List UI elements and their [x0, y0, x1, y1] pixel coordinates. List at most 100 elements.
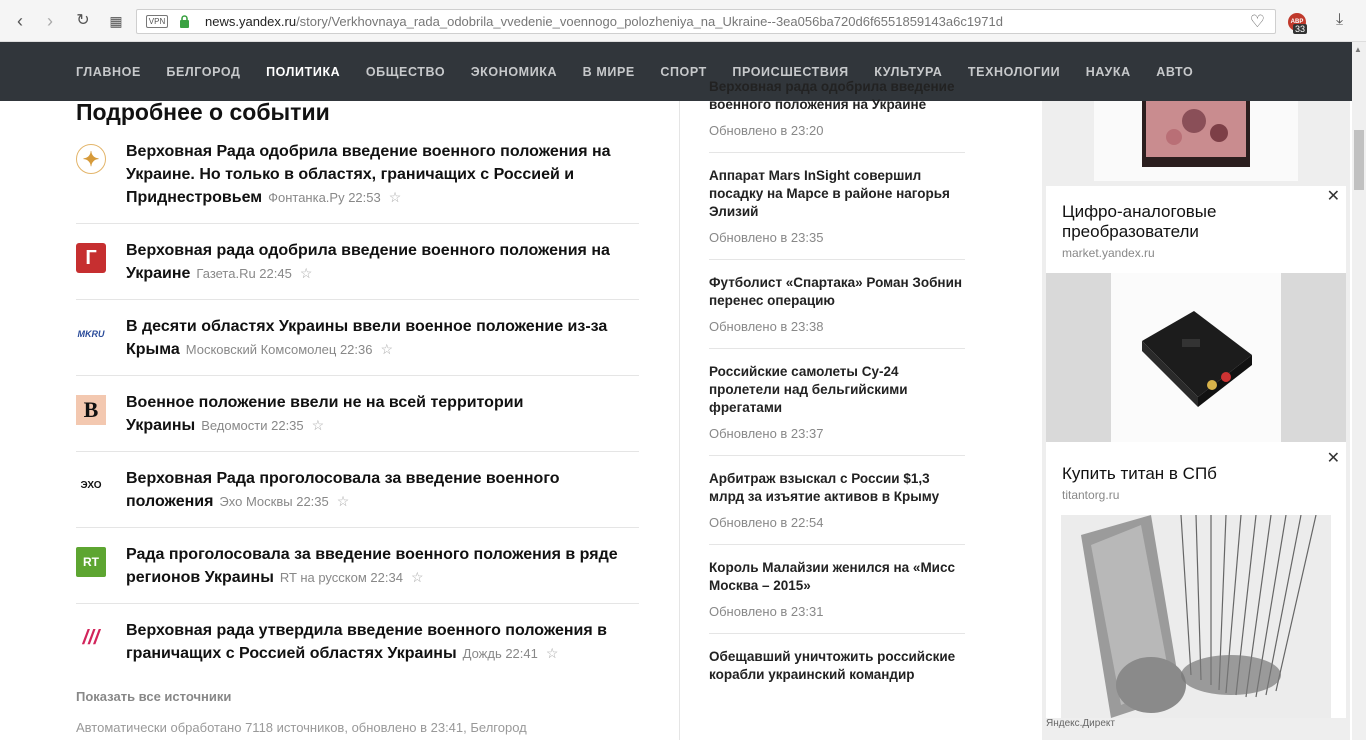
show-all-sources-link[interactable]: Показать все источники [76, 689, 639, 704]
news-item[interactable]: ✦ Верховная Рада одобрила введение военно… [76, 125, 639, 224]
news-title[interactable]: Верховная Рада одобрила введение военног… [126, 140, 639, 209]
nav-item[interactable]: АВТО [1156, 65, 1193, 79]
download-icon[interactable]: ⤓ [1336, 11, 1343, 29]
reload-icon[interactable]: ↻ [73, 11, 93, 31]
star-icon[interactable]: ☆ [389, 189, 402, 205]
news-source[interactable]: Ведомости 22:35 [201, 418, 303, 433]
related-news-item[interactable]: Обещавший уничтожить российские корабли … [709, 648, 965, 698]
close-icon[interactable]: ✕ [1327, 448, 1340, 468]
auto-processed-text: Автоматически обработано 7118 источников… [76, 720, 527, 735]
section-title: Подробнее о событии [76, 99, 330, 125]
nav-item[interactable]: ПРОИСШЕСТВИЯ [732, 65, 848, 79]
related-news-title[interactable]: Арбитраж взыскал с России $1,3 млрд за и… [709, 470, 965, 506]
address-bar[interactable]: VPN news.yandex.ru/story/Verkhovnaya_rad… [136, 9, 1276, 34]
news-title[interactable]: Верховная рада одобрила введение военног… [126, 239, 639, 285]
news-item[interactable]: Г Верховная рада одобрила введение военно… [76, 224, 639, 300]
scroll-thumb[interactable] [1354, 130, 1364, 190]
ad-title[interactable]: Купить титан в СПб [1046, 448, 1346, 484]
nav-item[interactable]: ЭКОНОМИКА [471, 65, 557, 79]
news-title-text[interactable]: Военное положение ввели не на всей терри… [126, 394, 523, 434]
url-text[interactable]: news.yandex.ru/story/Verkhovnaya_rada_od… [205, 14, 1003, 29]
news-title[interactable]: Верховная Рада проголосовала за введение… [126, 467, 639, 513]
news-item[interactable]: RT Рада проголосовала за введение военног… [76, 528, 639, 604]
ad-image-converter[interactable] [1046, 273, 1346, 442]
star-icon[interactable]: ☆ [546, 645, 559, 661]
related-news-title[interactable]: Футболист «Спартака» Роман Зобнин перене… [709, 274, 965, 310]
related-news-item[interactable]: Аппарат Mars InSight совершил посадку на… [709, 167, 965, 260]
news-source[interactable]: Фонтанка.Ру 22:53 [268, 190, 381, 205]
related-news-item[interactable]: Российские самолеты Су-24 пролетели над … [709, 363, 965, 456]
converter-image [1046, 273, 1346, 442]
nav-item[interactable]: НАУКА [1086, 65, 1131, 79]
source-logo[interactable]: ЭХО [76, 471, 106, 501]
source-logo[interactable]: RT [76, 547, 106, 577]
star-icon[interactable]: ☆ [337, 493, 350, 509]
news-item[interactable]: MKRU В десяти областях Украины ввели воен… [76, 300, 639, 376]
news-title[interactable]: Рада проголосовала за введение военного … [126, 543, 639, 589]
related-news-time: Обновлено в 23:35 [709, 230, 824, 245]
news-item[interactable]: ЭХО Верховная Рада проголосовала за введе… [76, 452, 639, 528]
nav-item[interactable]: КУЛЬТУРА [874, 65, 942, 79]
source-logo[interactable]: /// [76, 623, 106, 653]
back-icon[interactable]: ‹ [10, 11, 30, 31]
nav-item[interactable]: ОБЩЕСТВО [366, 65, 445, 79]
related-news-item[interactable]: Верховная рада одобрила введение военног… [709, 78, 965, 153]
scrollbar[interactable]: ▲ [1352, 42, 1366, 740]
related-news-title[interactable]: Верховная рада одобрила введение военног… [709, 78, 965, 114]
scroll-up-icon[interactable]: ▲ [1354, 45, 1362, 54]
ad-image-top[interactable] [1094, 101, 1298, 181]
related-news-title[interactable]: Аппарат Mars InSight совершил посадку на… [709, 167, 965, 221]
nav-item[interactable]: В МИРЕ [583, 65, 635, 79]
browser-toolbar: ‹ › ↻ ▦ VPN news.yandex.ru/story/Verkhov… [0, 0, 1366, 42]
news-item[interactable]: B Военное положение ввели не на всей терр… [76, 376, 639, 452]
news-title[interactable]: В десяти областях Украины ввели военное … [126, 315, 639, 361]
related-news-title[interactable]: Обещавший уничтожить российские корабли … [709, 648, 965, 684]
source-logo[interactable]: MKRU [76, 319, 106, 349]
vpn-badge[interactable]: VPN [146, 15, 168, 28]
news-source[interactable]: Эхо Москвы 22:35 [219, 494, 328, 509]
related-news-item[interactable]: Арбитраж взыскал с России $1,3 млрд за и… [709, 470, 965, 545]
related-news-time: Обновлено в 23:37 [709, 426, 824, 441]
news-source[interactable]: Московский Комсомолец 22:36 [186, 342, 373, 357]
main-content: Подробнее о событии ✦ Верховная Рада одоб… [76, 101, 639, 735]
related-news-time: Обновлено в 23:31 [709, 604, 824, 619]
star-icon[interactable]: ☆ [381, 341, 394, 357]
related-news-column: Верховная рада одобрила введение военног… [709, 79, 965, 712]
related-news-item[interactable]: Футболист «Спартака» Роман Зобнин перене… [709, 274, 965, 349]
ad-image-titanium[interactable] [1061, 514, 1331, 718]
url-host: news.yandex.ru [205, 14, 297, 29]
star-icon[interactable]: ☆ [411, 569, 424, 585]
ad-domain[interactable]: market.yandex.ru [1046, 242, 1346, 260]
ad-title[interactable]: Цифро-аналоговые преобразователи [1046, 186, 1346, 242]
column-divider [679, 101, 680, 740]
related-news-time: Обновлено в 22:54 [709, 515, 824, 530]
ad-domain[interactable]: titantorg.ru [1046, 484, 1346, 502]
source-logo[interactable]: B [76, 395, 106, 425]
news-source[interactable]: RT на русском 22:34 [280, 570, 403, 585]
news-title[interactable]: Верховная рада утвердила введение военно… [126, 619, 639, 665]
tabs-grid-icon[interactable]: ▦ [106, 11, 126, 31]
related-news-title[interactable]: Российские самолеты Су-24 пролетели над … [709, 363, 965, 417]
titanium-rods-image [1061, 514, 1331, 718]
news-source[interactable]: Дождь 22:41 [463, 646, 538, 661]
forward-icon[interactable]: › [40, 11, 60, 31]
yandex-direct-label[interactable]: Яндекс.Директ [1046, 718, 1115, 729]
heart-icon[interactable]: ♡ [1250, 12, 1265, 32]
star-icon[interactable]: ☆ [300, 265, 313, 281]
close-icon[interactable]: ✕ [1327, 186, 1340, 206]
star-icon[interactable]: ☆ [312, 417, 325, 433]
source-logo[interactable]: ✦ [76, 144, 106, 174]
nav-item[interactable]: ПОЛИТИКА [266, 65, 340, 79]
nav-item[interactable]: БЕЛГОРОД [166, 65, 240, 79]
nav-item[interactable]: ТЕХНОЛОГИИ [968, 65, 1060, 79]
nav-item[interactable]: СПОРТ [660, 65, 707, 79]
ad-product-image [1142, 101, 1250, 167]
news-item[interactable]: /// Верховная рада утвердила введение вое… [76, 604, 639, 679]
related-news-item[interactable]: Король Малайзии женился на «Мисс Москва … [709, 559, 965, 634]
news-title[interactable]: Военное положение ввели не на всей терри… [126, 391, 639, 437]
nav-item[interactable]: ГЛАВНОЕ [76, 65, 141, 79]
news-source[interactable]: Газета.Ru 22:45 [196, 266, 291, 281]
ad-card-2[interactable]: ✕ Купить титан в СПб titantorg.ru [1046, 448, 1346, 718]
source-logo[interactable]: Г [76, 243, 106, 273]
related-news-title[interactable]: Король Малайзии женился на «Мисс Москва … [709, 559, 965, 595]
